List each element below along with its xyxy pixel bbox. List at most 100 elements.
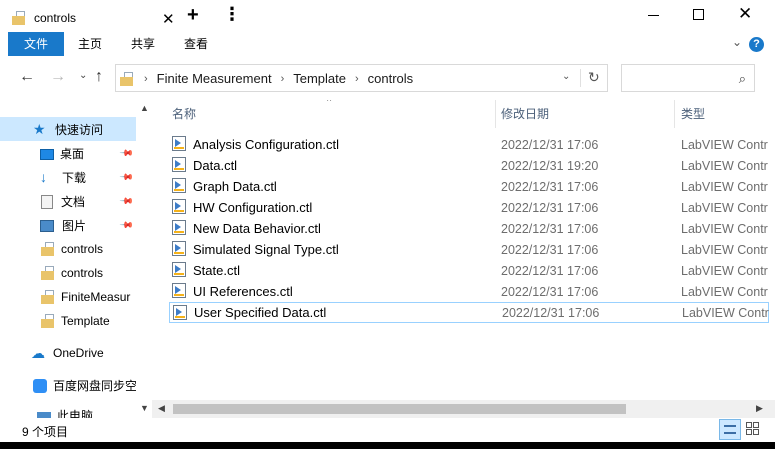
file-type: LabVIEW Contr [681,200,768,215]
labview-control-icon [172,283,186,298]
breadcrumb-separator-icon[interactable]: › [144,73,148,85]
nav-item-label: 百度网盘同步空 [53,378,136,393]
nav-item-label: 此电脑 [57,408,94,419]
download-icon: ↓ [40,169,47,185]
large-icons-view-icon [753,422,759,428]
forward-button[interactable]: → [50,68,66,86]
file-type: LabVIEW Contr [681,242,768,257]
file-type: LabVIEW Contr [681,284,768,299]
close-window-button[interactable]: ✕ [738,4,752,24]
nav-item-label: controls [61,242,104,256]
nav-item-controls[interactable]: controls [0,237,136,261]
nav-item-controls[interactable]: controls [0,261,136,285]
navigation-scrollbar[interactable]: ▲ ▼ [136,100,152,418]
column-header-date[interactable]: 修改日期 [501,100,549,128]
file-type: LabVIEW Contr [682,305,769,320]
file-type: LabVIEW Contr [681,158,768,173]
address-divider [580,69,581,87]
nav-item-template[interactable]: Template [0,309,136,333]
scrollbar-thumb[interactable] [173,404,626,414]
labview-control-icon [172,136,186,151]
ribbon: 文件 主页 共享 查看 ⌄ ? [0,32,775,56]
nav-item-documents[interactable]: 文档 📌 [0,189,136,213]
tab-close-button[interactable]: ✕ [162,10,175,28]
file-date: 2022/12/31 17:06 [501,137,599,152]
ribbon-tab-home[interactable]: 主页 [66,32,114,56]
nav-item-downloads[interactable]: ↓ 下载 📌 [0,165,136,189]
file-date: 2022/12/31 17:06 [502,305,600,320]
column-header-name[interactable]: 名称 [172,100,196,128]
nav-item-baidu-netdisk[interactable]: 百度网盘同步空 [0,373,136,397]
tab-title: controls [34,11,77,25]
file-row[interactable]: Graph Data.ctl 2022/12/31 17:06 LabVIEW … [169,176,769,197]
column-header-type[interactable]: 类型 [681,100,705,128]
scroll-up-icon[interactable]: ▲ [140,103,149,113]
nav-item-desktop[interactable]: 桌面 📌 [0,141,136,165]
minimize-button[interactable] [648,15,659,16]
scroll-down-icon[interactable]: ▼ [140,403,149,413]
maximize-button[interactable] [693,9,704,20]
ribbon-tab-view[interactable]: 查看 [172,32,220,56]
file-date: 2022/12/31 17:06 [501,263,599,278]
horizontal-scrollbar[interactable]: ◀ ▶ [152,400,775,418]
onedrive-icon: ☁ [31,345,45,361]
more-options-button[interactable]: ⋮ [223,4,241,24]
file-row[interactable]: Simulated Signal Type.ctl 2022/12/31 17:… [169,239,769,260]
help-icon[interactable]: ? [749,37,764,52]
back-button[interactable]: ← [19,68,35,86]
address-dropdown-icon[interactable]: ⌄ [562,71,570,82]
folder-icon [41,266,55,280]
ribbon-tab-file[interactable]: 文件 [8,32,64,56]
file-date: 2022/12/31 17:06 [501,242,599,257]
documents-icon [41,194,53,209]
ribbon-tab-share[interactable]: 共享 [119,32,167,56]
window-tab[interactable]: controls ✕ [6,4,180,32]
nav-item-label: controls [61,266,104,280]
breadcrumb-template[interactable]: Template [293,71,346,86]
item-count: 9 个项目 [22,425,69,439]
recent-locations-icon[interactable]: ⌄ [79,70,87,81]
column-divider[interactable] [674,100,675,128]
column-divider[interactable] [495,100,496,128]
nav-item-onedrive[interactable]: ☁ OneDrive [0,341,136,365]
file-row[interactable]: User Specified Data.ctl 2022/12/31 17:06… [169,302,769,323]
file-row[interactable]: UI References.ctl 2022/12/31 17:06 LabVI… [169,281,769,302]
file-name: New Data Behavior.ctl [193,221,321,236]
file-name: Graph Data.ctl [193,179,277,194]
folder-icon [12,11,26,25]
up-button[interactable]: ↑ [95,68,103,86]
breadcrumb-separator-icon[interactable]: › [281,73,285,85]
file-row[interactable]: Analysis Configuration.ctl 2022/12/31 17… [169,134,769,155]
breadcrumb-separator-icon[interactable]: › [355,73,359,85]
file-row[interactable]: New Data Behavior.ctl 2022/12/31 17:06 L… [169,218,769,239]
nav-item-this-pc[interactable]: 此电脑 [0,403,136,418]
nav-item-pictures[interactable]: 图片 📌 [0,213,136,237]
nav-item-label: FiniteMeasur [61,290,131,304]
file-list: ^ 名称 修改日期 类型 Analysis Configuration.ctl … [152,100,775,418]
file-type: LabVIEW Contr [681,137,768,152]
breadcrumb-finite-measurement[interactable]: Finite Measurement [157,71,272,86]
file-date: 2022/12/31 17:06 [501,179,599,194]
address-bar[interactable]: › Finite Measurement › Template › contro… [115,64,608,92]
refresh-button[interactable]: ↻ [588,69,600,86]
address-row: ← → ⌄ ↑ › Finite Measurement › Template … [0,56,775,100]
new-tab-button[interactable]: + [187,4,199,27]
sort-ascending-icon: ^ [327,100,332,106]
scroll-right-icon[interactable]: ▶ [756,403,763,414]
expand-ribbon-icon[interactable]: ⌄ [732,35,742,49]
large-icons-view-button[interactable] [746,422,760,436]
scroll-left-icon[interactable]: ◀ [158,403,165,414]
labview-control-icon [172,220,186,235]
file-name: UI References.ctl [193,284,293,299]
file-row[interactable]: State.ctl 2022/12/31 17:06 LabVIEW Contr [169,260,769,281]
nav-item-label: OneDrive [53,346,104,360]
file-row[interactable]: HW Configuration.ctl 2022/12/31 17:06 La… [169,197,769,218]
search-input[interactable]: ⌕ [621,64,755,92]
nav-item-finite-measurement[interactable]: FiniteMeasur [0,285,136,309]
details-view-button[interactable] [719,419,741,440]
nav-item-quick-access[interactable]: ★ 快速访问 [0,117,136,141]
file-row[interactable]: Data.ctl 2022/12/31 19:20 LabVIEW Contr [169,155,769,176]
file-name: Simulated Signal Type.ctl [193,242,339,257]
pin-icon: 📌 [119,217,135,233]
breadcrumb-controls[interactable]: controls [368,71,414,86]
